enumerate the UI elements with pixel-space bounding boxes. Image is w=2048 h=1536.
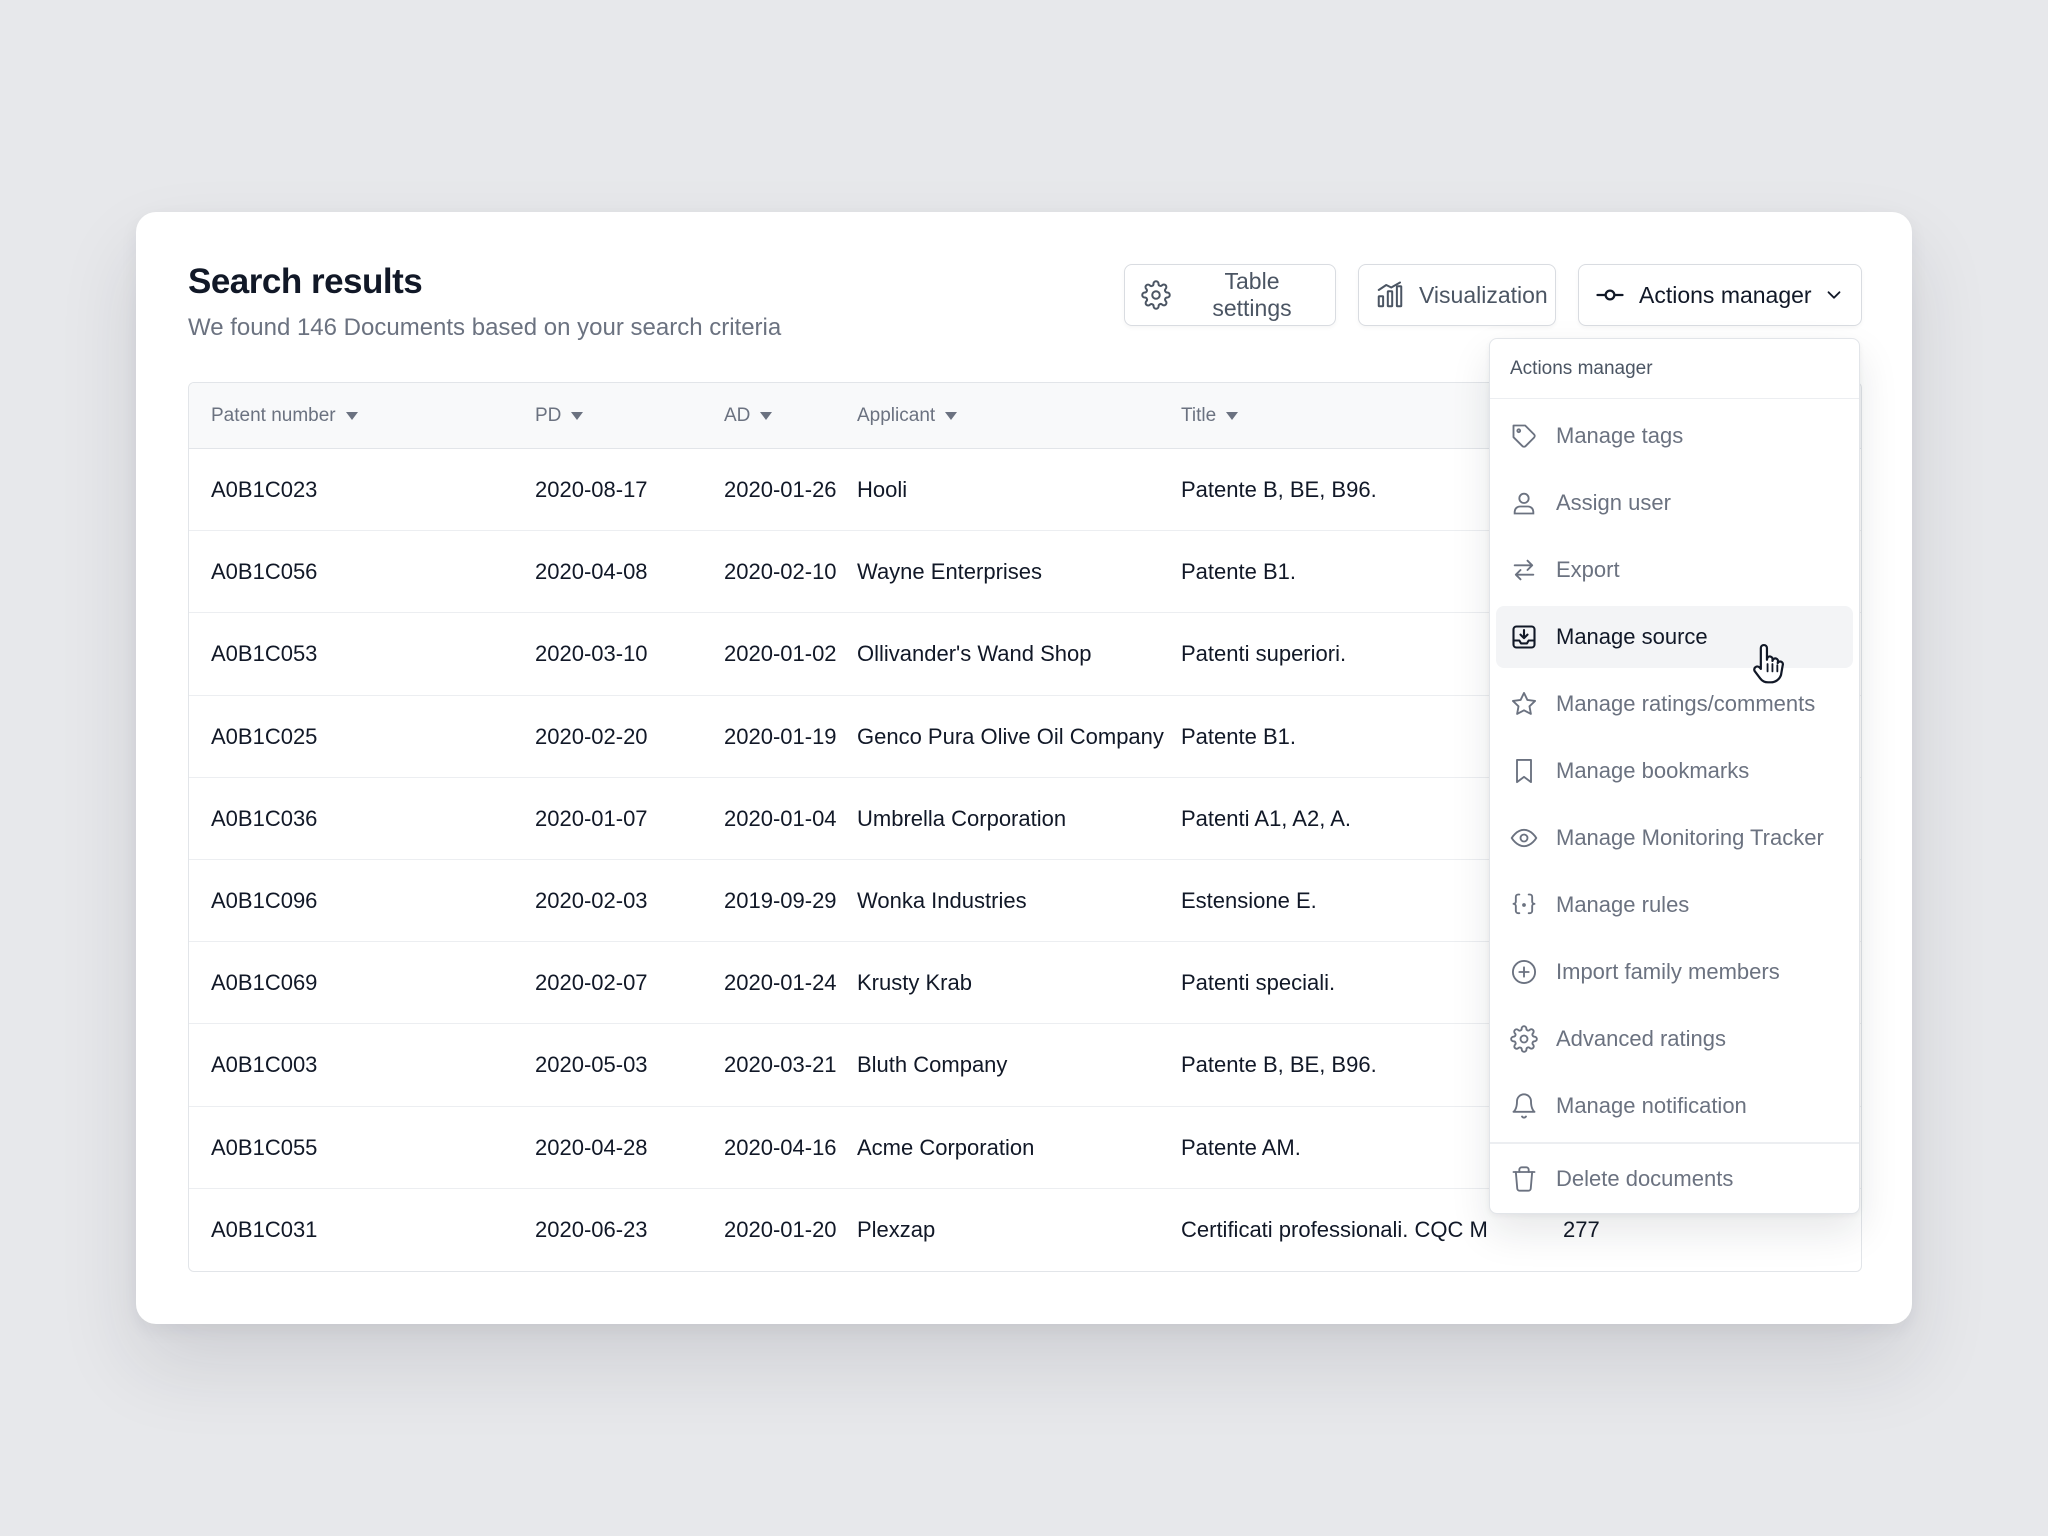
cell-patent-number: A0B1C003	[211, 1052, 318, 1078]
cell-title: Patente B1.	[1181, 723, 1296, 749]
cell-applicant: Genco Pura Olive Oil Company	[857, 723, 1164, 749]
cell-applicant: Plexzap	[857, 1216, 936, 1242]
bookmark-icon	[1516, 758, 1532, 784]
cell-applicant: Bluth Company	[857, 1052, 1008, 1078]
sort-caret-icon	[345, 412, 358, 420]
menu-item-export[interactable]: Export	[1496, 539, 1853, 601]
cell-patent-number: A0B1C025	[211, 723, 318, 749]
cell-pd: 2020-05-03	[535, 1052, 648, 1078]
menu-item-manage-source[interactable]: Manage source	[1496, 606, 1853, 668]
actions-manager-label: Actions manager	[1639, 281, 1812, 308]
page-title: Search results	[188, 262, 423, 301]
menu-item-manage-notification[interactable]: Manage notification	[1496, 1075, 1853, 1137]
cell-pd: 2020-04-28	[535, 1134, 648, 1160]
cell-applicant: Hooli	[857, 477, 908, 502]
actions-manager-button[interactable]: Actions manager	[1578, 264, 1862, 326]
visualization-label: Visualization	[1419, 281, 1548, 308]
menu-item-delete-documents[interactable]: Delete documents	[1496, 1148, 1853, 1210]
column-header-patent-number[interactable]: Patent number	[211, 383, 511, 449]
gear-icon	[1510, 1025, 1538, 1053]
trash-icon	[1512, 1165, 1536, 1192]
inbox-download-icon	[1512, 625, 1536, 649]
column-header-title[interactable]: Title	[1181, 383, 1491, 449]
cell-pd: 2020-02-07	[535, 970, 648, 996]
cell-title: Patente B1.	[1181, 559, 1296, 585]
sort-caret-icon	[571, 412, 584, 420]
menu-item-manage-rules[interactable]: Manage rules	[1496, 874, 1853, 936]
cell-title: Patenti A1, A2, A.	[1181, 805, 1352, 831]
cell-patent-number: A0B1C053	[211, 641, 318, 667]
user-icon	[1513, 492, 1535, 515]
dropdown-header: Actions manager	[1490, 339, 1859, 399]
cell-pd: 2020-02-03	[535, 887, 648, 913]
dropdown-list: Manage tags Assign user Export Manage so…	[1490, 399, 1859, 1221]
tag-icon	[1512, 424, 1536, 448]
cell-title: Patenti speciali.	[1181, 970, 1336, 996]
visualization-button[interactable]: Visualization	[1358, 264, 1556, 326]
cell-pd: 2020-01-07	[535, 805, 648, 831]
hand-pointer-cursor-icon	[1753, 643, 1784, 684]
cell-pd: 2020-04-08	[535, 559, 648, 585]
cell-applicant: Umbrella Corporation	[857, 805, 1067, 831]
table-settings-label: Table settings	[1212, 268, 1292, 321]
cell-applicant: Acme Corporation	[857, 1134, 1035, 1160]
sort-caret-icon	[1226, 412, 1239, 420]
menu-item-manage-monitoring-tracker[interactable]: Manage Monitoring Tracker	[1496, 807, 1853, 869]
cell-applicant: Wonka Industries	[857, 887, 1027, 913]
column-header-applicant[interactable]: Applicant	[857, 383, 1177, 449]
cell-title: Estensione E.	[1181, 887, 1317, 913]
gear-icon	[1141, 280, 1171, 310]
bar-chart-icon	[1377, 281, 1403, 308]
column-header-pd[interactable]: PD	[535, 383, 715, 449]
cell-patent-number: A0B1C069	[211, 970, 318, 996]
cell-pd: 2020-06-23	[535, 1216, 648, 1242]
cell-patent-number: A0B1C031	[211, 1216, 318, 1242]
table-settings-button[interactable]: Table settings	[1124, 264, 1336, 326]
menu-item-assign-user[interactable]: Assign user	[1496, 472, 1853, 534]
cell-title: Certificati professionali. CQC M	[1181, 1216, 1488, 1242]
cell-pd: 2020-08-17	[535, 477, 648, 502]
cell-title: Patente B, BE, B96.	[1181, 1052, 1377, 1078]
star-icon	[1511, 691, 1537, 715]
arrows-exchange-icon	[1513, 559, 1535, 581]
cell-title: Patente B, BE, B96.	[1181, 477, 1377, 502]
cell-applicant: Wayne Enterprises	[857, 559, 1043, 585]
cell-patent-number: A0B1C055	[211, 1134, 318, 1160]
commit-icon	[1596, 289, 1624, 301]
cell-patent-number: A0B1C096	[211, 887, 318, 913]
cell-title: Patente AM.	[1181, 1134, 1301, 1160]
bell-icon	[1512, 1093, 1536, 1119]
cell-patent-number: A0B1C036	[211, 805, 318, 831]
sort-caret-icon	[945, 412, 958, 420]
menu-item-manage-tags[interactable]: Manage tags	[1496, 405, 1853, 467]
menu-item-manage-bookmarks[interactable]: Manage bookmarks	[1496, 740, 1853, 802]
results-summary: We found 146 Documents based on your sea…	[188, 314, 782, 341]
cell-pd: 2020-03-10	[535, 641, 648, 667]
cell-title: Patenti superiori.	[1181, 641, 1347, 667]
plus-circle-icon	[1511, 959, 1537, 985]
menu-item-import-family-members[interactable]: Import family members	[1496, 941, 1853, 1003]
actions-manager-dropdown: Actions manager Manage tags Assign user …	[1489, 338, 1860, 1214]
menu-item-manage-ratings-comments[interactable]: Manage ratings/comments	[1496, 673, 1853, 735]
cell-patent-number: A0B1C056	[211, 559, 318, 585]
cell-applicant: Ollivander's Wand Shop	[857, 641, 1092, 667]
cell-pd: 2020-02-20	[535, 723, 648, 749]
cell-applicant: Krusty Krab	[857, 970, 972, 996]
braces-icon	[1512, 893, 1536, 915]
chevron-down-icon	[1827, 291, 1841, 299]
menu-item-advanced-ratings[interactable]: Advanced ratings	[1496, 1008, 1853, 1070]
sort-caret-icon	[760, 412, 773, 420]
eye-icon	[1510, 828, 1538, 848]
cell-patent-number: A0B1C023	[211, 477, 318, 502]
dropdown-divider	[1490, 1142, 1859, 1144]
